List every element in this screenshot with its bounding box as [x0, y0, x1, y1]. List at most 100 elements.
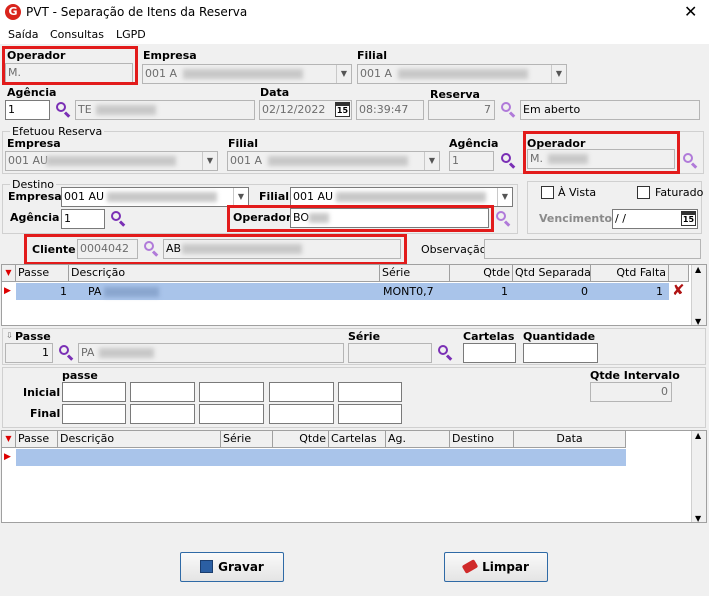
col-serie[interactable]: Série: [380, 265, 450, 282]
inicial-input-1[interactable]: [62, 382, 126, 402]
empresa-select[interactable]: 001 A ▼: [142, 64, 352, 84]
calendar-icon[interactable]: 15: [681, 211, 696, 226]
calendar-icon[interactable]: 15: [335, 102, 350, 117]
col-qtd-falta[interactable]: Qtd Falta: [591, 265, 669, 282]
search-icon[interactable]: [55, 101, 71, 118]
col2-data[interactable]: Data: [514, 431, 626, 448]
col-passe[interactable]: Passe: [16, 265, 69, 282]
faturado-label: Faturado: [655, 186, 704, 199]
col2-qtde[interactable]: Qtde: [273, 431, 329, 448]
window-title: PVT - Separação de Itens da Reserva: [26, 5, 248, 19]
search-icon[interactable]: [110, 210, 126, 227]
chevron-down-icon[interactable]: ▼: [497, 188, 512, 206]
faturado-checkbox[interactable]: [637, 186, 650, 199]
efetuou-filial-value: 001 A: [230, 154, 263, 167]
col2-passe[interactable]: Passe: [16, 431, 58, 448]
agencia-name-value: TE: [78, 103, 92, 116]
highlight-cliente: [24, 234, 407, 265]
blurred-text: [268, 156, 408, 166]
blurred-text: [46, 156, 176, 166]
col2-cartelas[interactable]: Cartelas: [329, 431, 386, 448]
grid2-scrollbar[interactable]: ▲ ▼: [691, 431, 706, 522]
destino-agencia-label: Agência: [10, 211, 60, 224]
col-descricao[interactable]: Descrição: [69, 265, 380, 282]
item-passe-label: Passe: [15, 330, 51, 343]
menu-lgpd[interactable]: LGPD: [116, 28, 146, 41]
save-icon: [200, 560, 214, 573]
inicial-input-5[interactable]: [338, 382, 402, 402]
scroll-up-icon[interactable]: ▲: [695, 431, 701, 440]
quantidade-input[interactable]: [523, 343, 598, 363]
filial-value: 001 A: [360, 67, 393, 80]
passe-arrow-icon: ⇩: [6, 331, 13, 340]
destino-empresa-select[interactable]: 001 AU ▼: [61, 187, 249, 207]
inicial-input-3[interactable]: [199, 382, 264, 402]
blurred-text: [183, 69, 303, 79]
destino-agencia-input[interactable]: 1: [61, 209, 105, 229]
highlight-destino-operador: [227, 205, 494, 232]
agencia-label: Agência: [7, 86, 57, 99]
gravar-button[interactable]: Gravar: [180, 552, 284, 582]
avista-label: À Vista: [558, 186, 597, 199]
menu-bar: Saída Consultas LGPD: [0, 26, 709, 44]
final-input-1[interactable]: [62, 404, 126, 424]
delete-icon[interactable]: ✘: [670, 282, 688, 299]
menu-consultas[interactable]: Consultas: [50, 28, 104, 41]
scroll-down-icon[interactable]: ▼: [695, 317, 701, 325]
inicial-input-2[interactable]: [130, 382, 195, 402]
search-icon[interactable]: [682, 152, 698, 169]
final-input-4[interactable]: [269, 404, 334, 424]
row-descricao: PA: [86, 283, 286, 300]
empresa-value: 001 A: [145, 67, 178, 80]
search-icon[interactable]: [437, 344, 453, 361]
avista-checkbox[interactable]: [541, 186, 554, 199]
limpar-button[interactable]: Limpar: [444, 552, 548, 582]
col2-destino[interactable]: Destino: [450, 431, 514, 448]
row-indicator-icon: ▶: [4, 286, 11, 296]
blurred-text: [99, 348, 154, 358]
destino-filial-value: 001 AU: [293, 190, 334, 203]
item-passe-field[interactable]: 1: [5, 343, 53, 363]
search-icon[interactable]: [500, 152, 516, 169]
table-row[interactable]: [16, 449, 626, 466]
app-logo-icon: G: [5, 4, 21, 20]
scroll-up-icon[interactable]: ▲: [695, 265, 701, 274]
col2-ag[interactable]: Ag.: [386, 431, 450, 448]
efetuou-filial-select: 001 A ▼: [227, 151, 440, 171]
efetuou-agencia-field: 1: [449, 151, 494, 171]
item-serie-field[interactable]: [348, 343, 432, 363]
cartelas-input[interactable]: [463, 343, 516, 363]
col-qtd-separada[interactable]: Qtd Separada: [513, 265, 591, 282]
agencia-input[interactable]: 1: [5, 100, 50, 120]
inicial-label: Inicial: [23, 386, 61, 399]
col2-serie[interactable]: Série: [221, 431, 273, 448]
item-serie-label: Série: [348, 330, 381, 343]
filial-select[interactable]: 001 A ▼: [357, 64, 567, 84]
chevron-down-icon[interactable]: ▼: [233, 188, 248, 206]
col-qtde[interactable]: Qtde: [450, 265, 513, 282]
search-icon[interactable]: [495, 210, 511, 227]
chevron-down-icon[interactable]: ▼: [336, 65, 351, 83]
search-icon[interactable]: [58, 344, 74, 361]
search-icon[interactable]: [500, 101, 516, 118]
close-icon[interactable]: ✕: [684, 2, 697, 21]
final-input-3[interactable]: [199, 404, 264, 424]
efetuou-empresa-value: 001 AU: [8, 154, 49, 167]
scroll-down-icon[interactable]: ▼: [695, 514, 701, 522]
blurred-text: [107, 192, 217, 202]
chevron-down-icon[interactable]: ▼: [551, 65, 566, 83]
menu-saida[interactable]: Saída: [8, 28, 39, 41]
chevron-down-icon: ▼: [424, 152, 439, 170]
final-input-2[interactable]: [130, 404, 195, 424]
final-input-5[interactable]: [338, 404, 402, 424]
highlight-operador: [2, 46, 138, 85]
grid-scrollbar[interactable]: ▲ ▼: [691, 265, 706, 325]
destino-filial-select[interactable]: 001 AU ▼: [290, 187, 513, 207]
title-bar: G PVT - Separação de Itens da Reserva ✕: [0, 0, 709, 26]
destino-empresa-value: 001 AU: [64, 190, 105, 203]
blurred-text: [96, 105, 156, 115]
gravar-label: Gravar: [218, 560, 264, 574]
col2-descricao[interactable]: Descrição: [58, 431, 221, 448]
reserva-field: 7: [428, 100, 495, 120]
inicial-input-4[interactable]: [269, 382, 334, 402]
